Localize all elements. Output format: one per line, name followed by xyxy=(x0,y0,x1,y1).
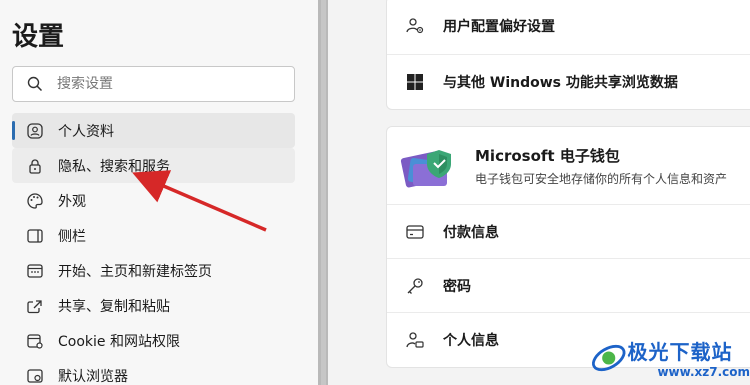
settings-window: 设置 个人资料 隐私、搜索和服务 xyxy=(0,0,750,385)
row-label: 用户配置偏好设置 xyxy=(443,18,555,35)
sidebar-item-label: 共享、复制和粘贴 xyxy=(58,298,170,315)
sidebar-item-share[interactable]: 共享、复制和粘贴 xyxy=(12,288,295,323)
user-settings-icon xyxy=(387,16,443,36)
row-share-windows[interactable]: 与其他 Windows 功能共享浏览数据 xyxy=(387,55,750,109)
sidebar-item-label: 开始、主页和新建标签页 xyxy=(58,263,212,280)
search-input[interactable] xyxy=(57,76,277,92)
row-payment-info[interactable]: 付款信息 xyxy=(387,205,750,259)
browser-icon xyxy=(12,367,58,385)
main-content: 用户配置偏好设置 与其他 Windows 功能共享浏览数据 Microsoft … xyxy=(330,0,750,385)
sidebar-item-start-home[interactable]: 开始、主页和新建标签页 xyxy=(12,253,295,288)
wallet-title: Microsoft 电子钱包 xyxy=(475,146,620,165)
sidebar-item-default-browser[interactable]: 默认浏览器 xyxy=(12,358,295,385)
sidebar-item-label: 外观 xyxy=(58,193,86,210)
watermark-text: 极光下载站 xyxy=(627,340,733,364)
key-icon xyxy=(387,276,443,296)
sidebar-item-sidebar[interactable]: 侧栏 xyxy=(12,218,295,253)
sidebar-item-profile[interactable]: 个人资料 xyxy=(12,113,295,148)
search-icon xyxy=(13,76,57,92)
row-passwords[interactable]: 密码 xyxy=(387,259,750,313)
row-label: 与其他 Windows 功能共享浏览数据 xyxy=(443,75,678,91)
sidebar-item-label: Cookie 和网站权限 xyxy=(58,333,180,350)
windows-icon xyxy=(387,73,443,91)
selected-indicator xyxy=(12,121,15,140)
card-icon xyxy=(387,224,443,239)
watermark-logo-icon xyxy=(591,344,626,371)
profile-settings-card: 用户配置偏好设置 与其他 Windows 功能共享浏览数据 xyxy=(386,0,750,110)
sidebar-item-cookies[interactable]: Cookie 和网站权限 xyxy=(12,323,295,358)
watermark-url: www.xz7.com xyxy=(657,365,750,379)
wallet-illustration-icon xyxy=(387,140,475,192)
search-box[interactable] xyxy=(12,66,295,102)
wallet-header: Microsoft 电子钱包 电子钱包可安全地存储你的所有个人信息和资产 xyxy=(387,127,750,205)
home-icon xyxy=(12,262,58,280)
pane-splitter-handle[interactable] xyxy=(321,0,326,385)
sidebar: 设置 个人资料 隐私、搜索和服务 xyxy=(0,0,318,385)
sidebar-item-label: 侧栏 xyxy=(58,228,86,245)
share-icon xyxy=(12,297,58,315)
person-card-icon xyxy=(387,330,443,350)
sidebar-item-label: 隐私、搜索和服务 xyxy=(58,158,170,175)
page-title: 设置 xyxy=(12,22,65,52)
sidebar-item-label: 默认浏览器 xyxy=(58,368,128,385)
palette-icon xyxy=(12,192,58,210)
profile-icon xyxy=(12,122,58,140)
sidebar-icon xyxy=(12,227,58,245)
sidebar-item-label: 个人资料 xyxy=(58,123,114,140)
sidebar-item-privacy[interactable]: 隐私、搜索和服务 xyxy=(12,148,295,183)
lock-icon xyxy=(12,157,58,175)
row-user-preferences[interactable]: 用户配置偏好设置 xyxy=(387,0,750,55)
site-permissions-icon xyxy=(12,332,58,350)
sidebar-nav: 个人资料 隐私、搜索和服务 外观 侧栏 开始、主页和新建标签页 共享、复制和粘贴… xyxy=(12,113,295,385)
row-label: 密码 xyxy=(443,278,471,295)
row-label: 付款信息 xyxy=(443,224,499,241)
row-label: 个人信息 xyxy=(443,333,499,349)
sidebar-item-appearance[interactable]: 外观 xyxy=(12,183,295,218)
watermark: 极光下载站 www.xz7.com xyxy=(590,330,750,385)
wallet-description: 电子钱包可安全地存储你的所有个人信息和资产 xyxy=(475,171,728,186)
